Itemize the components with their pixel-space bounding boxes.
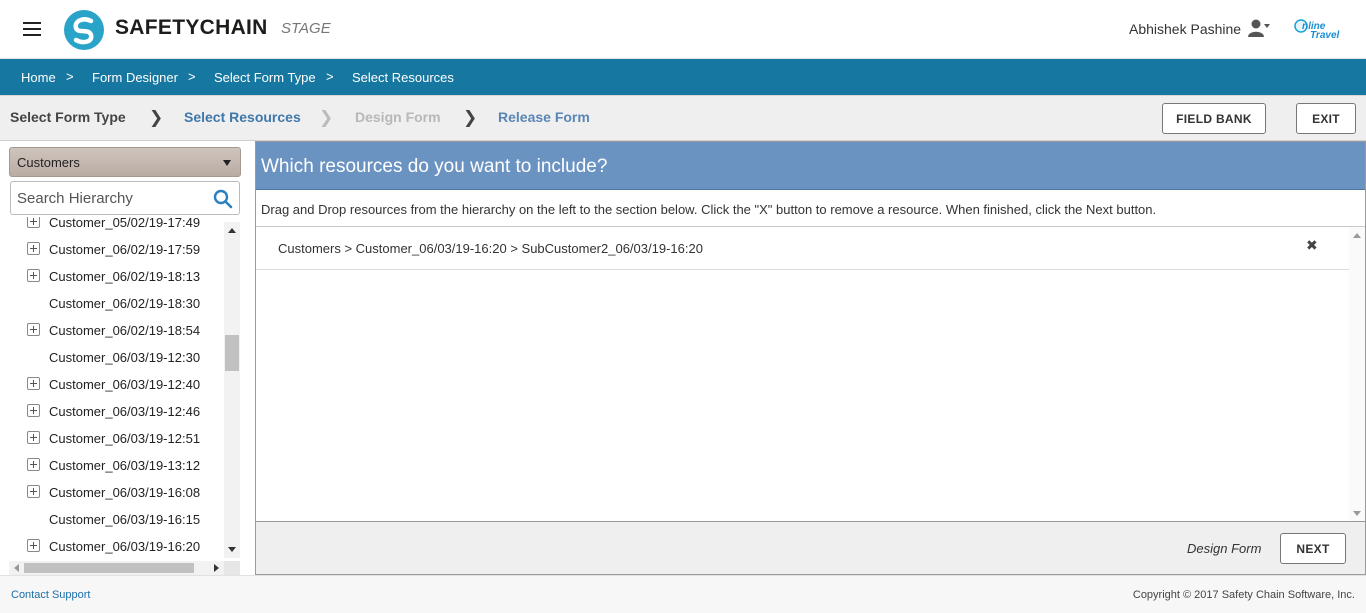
scrollbar-corner: [224, 561, 240, 575]
hierarchy-tree: Customer_05/02/19-17:49 Customer_06/02/1…: [0, 217, 224, 561]
user-profile-icon[interactable]: [1248, 18, 1270, 38]
chevron-right-icon: ❯: [463, 108, 478, 127]
page-footer: Contact Support Copyright © 2017 Safety …: [0, 575, 1366, 613]
copyright-text: Copyright © 2017 Safety Chain Software, …: [1132, 589, 1355, 601]
hierarchy-dropdown-value: Customers: [17, 155, 80, 170]
hamburger-menu-icon[interactable]: [23, 22, 41, 36]
tree-item-label[interactable]: Customer_06/02/19-17:59: [49, 242, 200, 257]
svg-text:Travel: Travel: [1310, 30, 1340, 41]
tree-item-label[interactable]: Customer_05/02/19-17:49: [49, 217, 200, 230]
tree-item-label[interactable]: Customer_06/03/19-12:46: [49, 404, 200, 419]
tree-item[interactable]: Customer_06/03/19-13:12: [0, 452, 224, 479]
breadcrumb-select-form-type[interactable]: Select Form Type: [214, 70, 316, 85]
resource-path: Customers > Customer_06/03/19-16:20 > Su…: [278, 241, 703, 256]
tree-item[interactable]: Customer_06/02/19-17:59: [0, 236, 224, 263]
instructions-text: Drag and Drop resources from the hierarc…: [256, 190, 1365, 227]
chevron-right-icon: ❯: [319, 108, 334, 127]
breadcrumb-home[interactable]: Home: [21, 70, 56, 85]
tree-item[interactable]: Customer_06/03/19-12:46: [0, 398, 224, 425]
tree-item-label[interactable]: Customer_06/03/19-16:15: [49, 512, 200, 527]
expand-plus-icon[interactable]: [27, 458, 40, 471]
tree-item[interactable]: Customer_06/03/19-12:40: [0, 371, 224, 398]
close-x-icon[interactable]: ✖: [1306, 237, 1318, 254]
tree-item-label[interactable]: Customer_06/03/19-12:40: [49, 377, 200, 392]
exit-button[interactable]: EXIT: [1296, 103, 1356, 134]
tree-item-label[interactable]: Customer_06/03/19-16:20: [49, 539, 200, 554]
panel-footer: Design Form NEXT: [256, 521, 1365, 574]
tree-horizontal-scrollbar[interactable]: [9, 561, 224, 575]
next-step-label: Design Form: [1187, 541, 1262, 556]
expand-plus-icon[interactable]: [27, 242, 40, 255]
breadcrumb-select-resources[interactable]: Select Resources: [352, 70, 454, 85]
tree-vertical-scrollbar[interactable]: [224, 222, 240, 558]
chevron-right-icon: ❯: [149, 108, 164, 127]
selected-resource-row: Customers > Customer_06/03/19-16:20 > Su…: [256, 227, 1349, 270]
scroll-right-arrow-icon[interactable]: [214, 564, 219, 572]
expand-plus-icon[interactable]: [27, 323, 40, 336]
tree-item-label[interactable]: Customer_06/03/19-12:51: [49, 431, 200, 446]
tree-item[interactable]: Customer_06/02/19-18:13: [0, 263, 224, 290]
step-select-resources[interactable]: Select Resources: [184, 109, 301, 125]
search-icon[interactable]: [213, 189, 233, 209]
hierarchy-panel: Customers Customer_05/02/19-17:49 Custom…: [0, 141, 247, 575]
tree-item[interactable]: Customer_06/03/19-16:20: [0, 533, 224, 560]
breadcrumb-separator: >: [188, 69, 196, 84]
expand-plus-icon[interactable]: [27, 539, 40, 552]
expand-plus-icon[interactable]: [27, 269, 40, 282]
scroll-down-arrow-icon[interactable]: [1353, 511, 1361, 516]
breadcrumb-separator: >: [66, 69, 74, 84]
breadcrumb-separator: >: [326, 69, 334, 84]
safetychain-logo-icon: [64, 10, 104, 50]
tree-item[interactable]: Customer_06/02/19-18:30: [0, 290, 224, 317]
scroll-left-arrow-icon[interactable]: [14, 564, 19, 572]
resources-panel: Which resources do you want to include? …: [255, 141, 1366, 575]
resource-drop-zone[interactable]: Customers > Customer_06/03/19-16:20 > Su…: [256, 227, 1349, 521]
search-hierarchy-box: [10, 181, 240, 215]
expand-plus-icon[interactable]: [27, 404, 40, 417]
step-select-form-type[interactable]: Select Form Type: [10, 109, 126, 125]
expand-plus-icon[interactable]: [27, 217, 40, 228]
panel-header: Which resources do you want to include?: [256, 142, 1365, 190]
online-travel-logo: nline Travel: [1294, 19, 1340, 41]
breadcrumb: Home > Form Designer > Select Form Type …: [0, 59, 1366, 95]
environment-label: STAGE: [281, 20, 331, 37]
breadcrumb-form-designer[interactable]: Form Designer: [92, 70, 178, 85]
contact-support-link[interactable]: Contact Support: [11, 589, 91, 601]
expand-plus-icon[interactable]: [27, 485, 40, 498]
tree-item-label[interactable]: Customer_06/02/19-18:13: [49, 269, 200, 284]
caret-down-icon: [223, 160, 231, 166]
tree-item-label[interactable]: Customer_06/02/19-18:30: [49, 296, 200, 311]
tree-item[interactable]: Customer_06/03/19-12:30: [0, 344, 224, 371]
drop-zone-scrollbar[interactable]: [1349, 227, 1365, 521]
search-hierarchy-input[interactable]: [11, 182, 207, 214]
scrollbar-thumb[interactable]: [24, 563, 194, 573]
logo-text: SAFETYCHAIN: [115, 16, 268, 39]
scroll-down-arrow-icon[interactable]: [228, 547, 236, 552]
step-release-form[interactable]: Release Form: [498, 109, 590, 125]
panel-title: Which resources do you want to include?: [261, 156, 608, 177]
tree-item[interactable]: Customer_06/02/19-18:54: [0, 317, 224, 344]
tree-item-label[interactable]: Customer_06/03/19-13:12: [49, 458, 200, 473]
tree-item-label[interactable]: Customer_06/03/19-16:08: [49, 485, 200, 500]
tree-item[interactable]: Customer_06/03/19-16:08: [0, 479, 224, 506]
field-bank-button[interactable]: FIELD BANK: [1162, 103, 1266, 134]
scrollbar-thumb[interactable]: [225, 335, 239, 371]
tree-item[interactable]: Customer_05/02/19-17:49: [0, 217, 224, 236]
step-design-form: Design Form: [355, 109, 441, 125]
username[interactable]: Abhishek Pashine: [1129, 21, 1241, 37]
wizard-steps: Select Form Type ❯ Select Resources ❯ De…: [0, 95, 1366, 141]
tree-item-label[interactable]: Customer_06/03/19-12:30: [49, 350, 200, 365]
tree-item[interactable]: Customer_06/03/19-16:15: [0, 506, 224, 533]
top-header: SAFETYCHAIN STAGE Abhishek Pashine nline…: [0, 0, 1366, 59]
tree-item-label[interactable]: Customer_06/02/19-18:54: [49, 323, 200, 338]
hierarchy-dropdown[interactable]: Customers: [9, 147, 241, 177]
tree-item[interactable]: Customer_06/03/19-12:51: [0, 425, 224, 452]
scroll-up-arrow-icon[interactable]: [1353, 233, 1361, 238]
scroll-up-arrow-icon[interactable]: [228, 228, 236, 233]
next-button[interactable]: NEXT: [1280, 533, 1346, 564]
expand-plus-icon[interactable]: [27, 431, 40, 444]
expand-plus-icon[interactable]: [27, 377, 40, 390]
